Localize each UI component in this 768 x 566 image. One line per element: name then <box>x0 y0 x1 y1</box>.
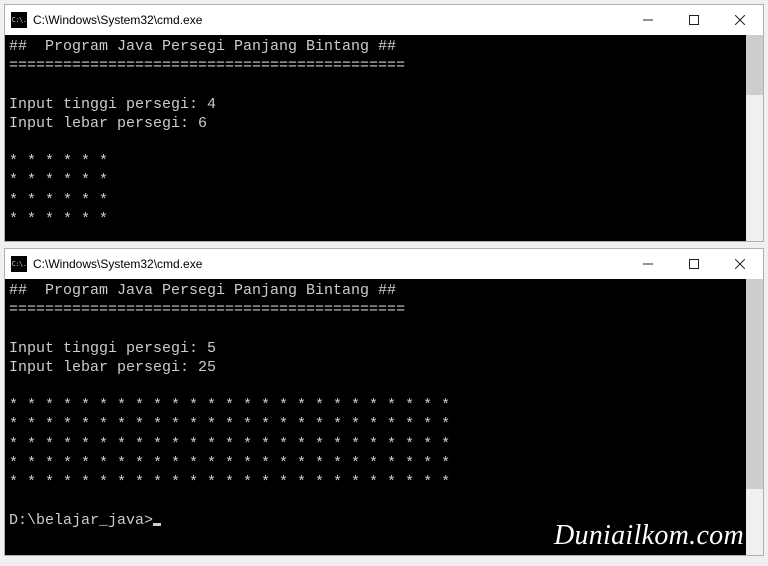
maximize-button[interactable] <box>671 5 717 35</box>
c1-row-1: * * * * * * <box>9 171 759 190</box>
close-button[interactable] <box>717 249 763 279</box>
cmd-icon: C:\. <box>11 12 27 28</box>
console-output[interactable]: ## Program Java Persegi Panjang Bintang … <box>5 35 763 241</box>
cursor-icon <box>153 523 161 526</box>
close-button[interactable] <box>717 5 763 35</box>
c1-divider: ========================================… <box>9 56 759 75</box>
cmd-prompt: D:\belajar_java> <box>9 512 153 529</box>
titlebar[interactable]: C:\. C:\Windows\System32\cmd.exe <box>5 5 763 35</box>
c1-blank1 <box>9 75 759 94</box>
c1-input-lebar: Input lebar persegi: 6 <box>9 114 759 133</box>
vertical-scrollbar[interactable] <box>746 35 763 241</box>
minimize-button[interactable] <box>625 249 671 279</box>
c1-blank2 <box>9 133 759 152</box>
c2-header: ## Program Java Persegi Panjang Bintang … <box>9 281 759 300</box>
console-output[interactable]: ## Program Java Persegi Panjang Bintang … <box>5 279 763 555</box>
c2-row-4: * * * * * * * * * * * * * * * * * * * * … <box>9 473 759 492</box>
titlebar[interactable]: C:\. C:\Windows\System32\cmd.exe <box>5 249 763 279</box>
window-title: C:\Windows\System32\cmd.exe <box>33 13 202 27</box>
scrollbar-thumb[interactable] <box>746 279 763 489</box>
maximize-button[interactable] <box>671 249 717 279</box>
c1-input-tinggi: Input tinggi persegi: 4 <box>9 95 759 114</box>
c1-header: ## Program Java Persegi Panjang Bintang … <box>9 37 759 56</box>
c1-row-2: * * * * * * <box>9 191 759 210</box>
c2-prompt-line: D:\belajar_java> <box>9 511 759 530</box>
c2-blank1 <box>9 319 759 338</box>
scrollbar-thumb[interactable] <box>746 35 763 95</box>
cmd-window-2: C:\. C:\Windows\System32\cmd.exe ## Prog… <box>4 248 764 556</box>
vertical-scrollbar[interactable] <box>746 279 763 555</box>
c2-input-lebar: Input lebar persegi: 25 <box>9 358 759 377</box>
c2-blank3 <box>9 492 759 511</box>
c2-row-3: * * * * * * * * * * * * * * * * * * * * … <box>9 454 759 473</box>
c2-row-2: * * * * * * * * * * * * * * * * * * * * … <box>9 435 759 454</box>
minimize-button[interactable] <box>625 5 671 35</box>
cmd-icon: C:\. <box>11 256 27 272</box>
c1-row-3: * * * * * * <box>9 210 759 229</box>
c2-divider: ========================================… <box>9 300 759 319</box>
window-title: C:\Windows\System32\cmd.exe <box>33 257 202 271</box>
c2-row-1: * * * * * * * * * * * * * * * * * * * * … <box>9 415 759 434</box>
c2-blank2 <box>9 377 759 396</box>
c2-input-tinggi: Input tinggi persegi: 5 <box>9 339 759 358</box>
c1-row-0: * * * * * * <box>9 152 759 171</box>
cmd-window-1: C:\. C:\Windows\System32\cmd.exe ## Prog… <box>4 4 764 242</box>
c2-row-0: * * * * * * * * * * * * * * * * * * * * … <box>9 396 759 415</box>
